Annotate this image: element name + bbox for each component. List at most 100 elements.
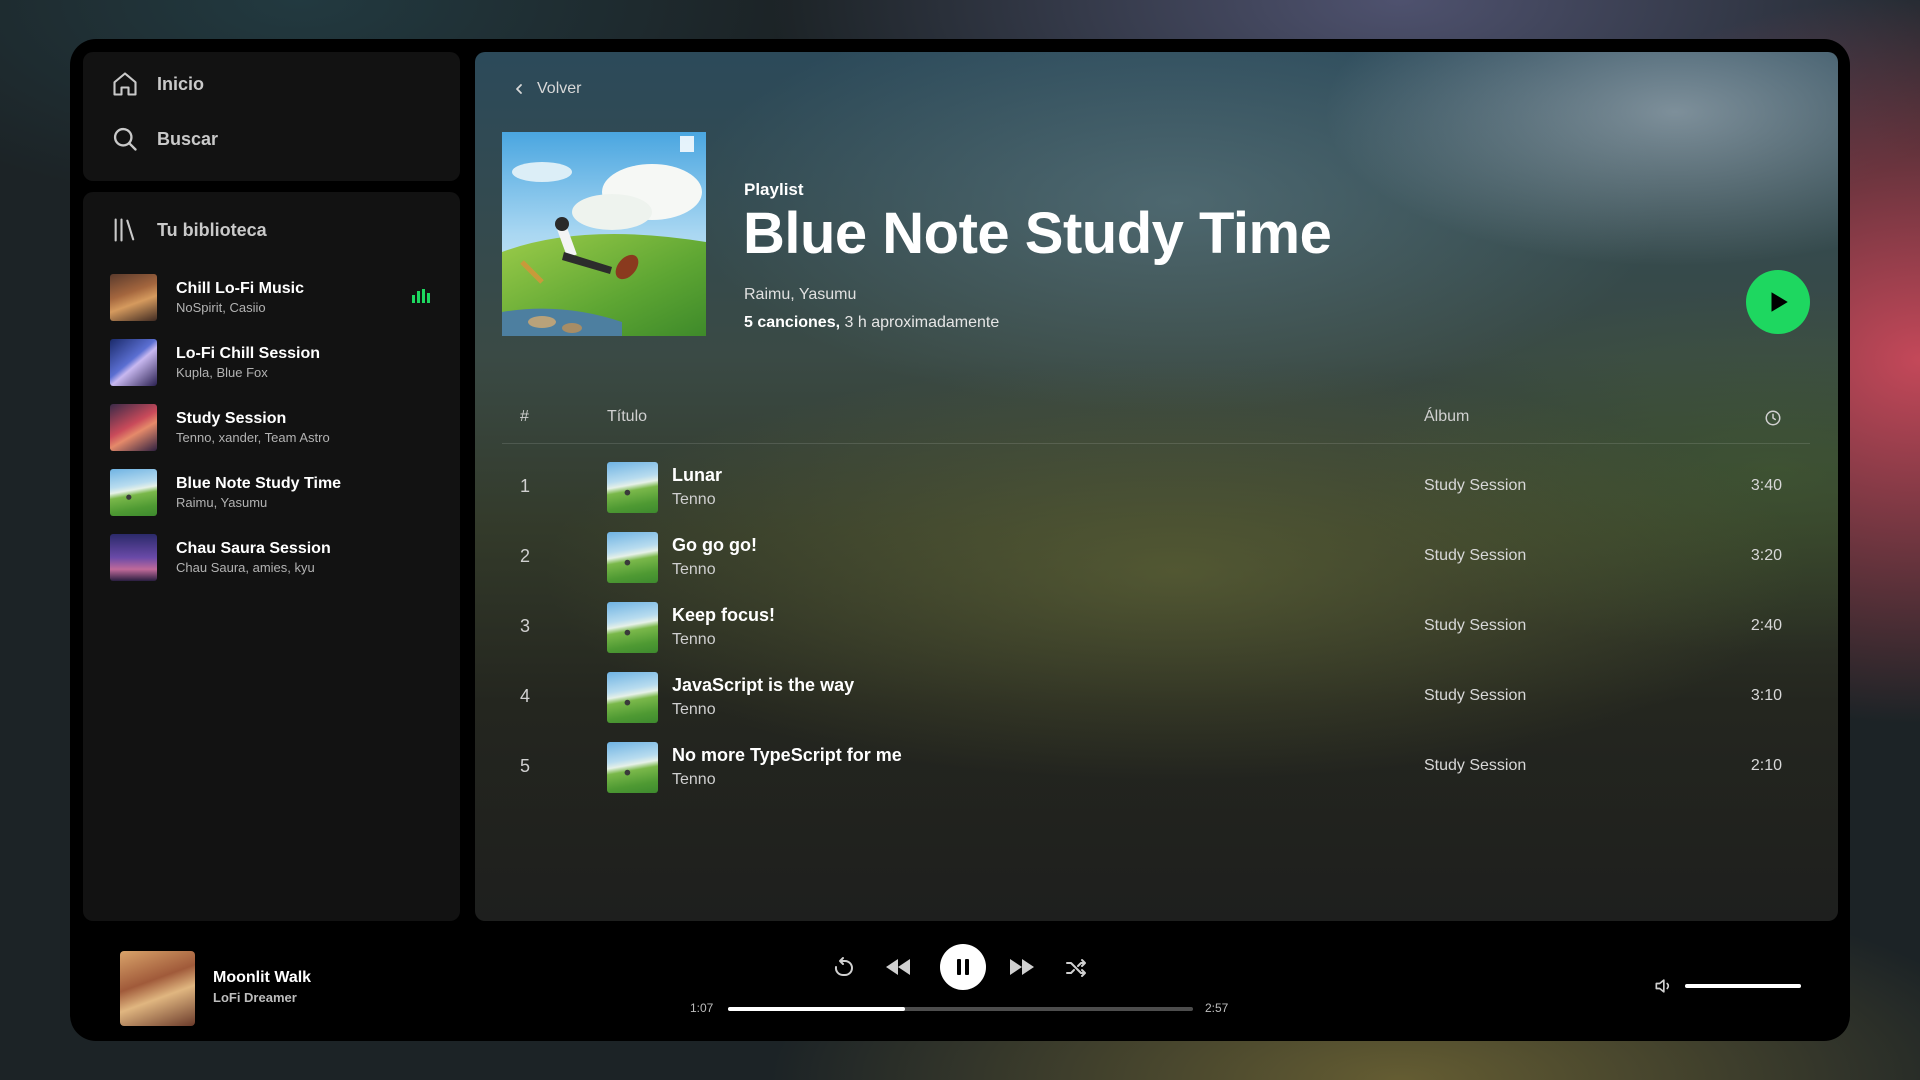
track-artist[interactable]: Tenno: [672, 561, 716, 579]
next-icon[interactable]: [1008, 955, 1036, 979]
song-count: 5 canciones,: [744, 314, 841, 331]
track-duration: 3:40: [1750, 477, 1782, 494]
play-playlist-button[interactable]: [1746, 270, 1810, 334]
playlist-cover-art: [502, 132, 706, 336]
library-item-subtitle: Raimu, Yasumu: [176, 495, 268, 510]
repeat-icon[interactable]: [832, 956, 856, 980]
playlist-cover: [110, 469, 157, 516]
library-icon: [114, 218, 135, 242]
total-time: 2:57: [1205, 1001, 1229, 1015]
track-list: 1 Lunar Tenno Study Session 3:40 2 Go go…: [502, 452, 1810, 802]
library-item[interactable]: Lo-Fi Chill Session Kupla, Blue Fox: [110, 330, 440, 395]
play-icon: [1771, 292, 1788, 312]
track-duration: 3:10: [1750, 687, 1782, 704]
playlist-cover: [110, 339, 157, 386]
search-icon: [113, 127, 137, 151]
table-row[interactable]: 2 Go go go! Tenno Study Session 3:20: [502, 522, 1810, 592]
track-number: 3: [520, 616, 531, 636]
table-row[interactable]: 3 Keep focus! Tenno Study Session 2:40: [502, 592, 1810, 662]
nav-search[interactable]: Buscar: [111, 125, 218, 153]
now-playing-cover[interactable]: [120, 951, 195, 1026]
track-duration: 2:10: [1750, 757, 1782, 774]
track-album[interactable]: Study Session: [1424, 547, 1526, 565]
shuffle-icon[interactable]: [1064, 956, 1088, 980]
track-cover: [607, 462, 658, 513]
track-title: Keep focus!: [672, 605, 776, 625]
nav-home[interactable]: Inicio: [111, 70, 204, 98]
library-item-title: Chau Saura Session: [176, 540, 331, 557]
back-label: Volver: [537, 80, 582, 97]
track-album[interactable]: Study Session: [1424, 617, 1526, 635]
pause-icon: [957, 959, 969, 975]
table-row[interactable]: 5 No more TypeScript for me Tenno Study …: [502, 732, 1810, 802]
progress-fill: [728, 1007, 905, 1011]
library-item-subtitle: Kupla, Blue Fox: [176, 365, 268, 380]
track-cover: [607, 742, 658, 793]
track-artist[interactable]: Tenno: [672, 631, 716, 649]
track-artist[interactable]: Tenno: [672, 491, 716, 509]
track-number: 2: [520, 546, 531, 566]
library-item-title: Lo-Fi Chill Session: [176, 345, 321, 362]
track-cover: [607, 602, 658, 653]
library-header[interactable]: Tu biblioteca: [111, 216, 267, 244]
progress-bar[interactable]: [728, 1007, 1193, 1011]
library-item[interactable]: Blue Note Study Time Raimu, Yasumu: [110, 460, 440, 525]
table-row[interactable]: 1 Lunar Tenno Study Session 3:40: [502, 452, 1810, 522]
track-album[interactable]: Study Session: [1424, 477, 1526, 495]
track-title: Lunar: [672, 465, 723, 485]
track-number: 5: [520, 756, 531, 776]
table-row[interactable]: 4 JavaScript is the way Tenno Study Sess…: [502, 662, 1810, 732]
column-album: Álbum: [1424, 408, 1470, 425]
library-item-subtitle: NoSpirit, Casiio: [176, 300, 266, 315]
track-duration: 3:20: [1750, 547, 1782, 564]
track-album[interactable]: Study Session: [1424, 757, 1526, 775]
library-item[interactable]: Study Session Tenno, xander, Team Astro: [110, 395, 440, 460]
library-item-title: Blue Note Study Time: [176, 475, 342, 492]
playlist-cover: [110, 404, 157, 451]
track-title: No more TypeScript for me: [672, 745, 902, 765]
library-item-subtitle: Chau Saura, amies, kyu: [176, 560, 315, 575]
elapsed-time: 1:07: [690, 1001, 714, 1015]
player-bar: Moonlit Walk LoFi Dreamer 1:07 2:57: [70, 921, 1850, 1041]
library-item[interactable]: Chau Saura Session Chau Saura, amies, ky…: [110, 525, 440, 590]
track-number: 4: [520, 686, 531, 706]
pause-button[interactable]: [940, 944, 986, 990]
column-title: Título: [607, 408, 648, 425]
volume-fill: [1685, 984, 1801, 988]
track-title: Go go go!: [672, 535, 757, 555]
chevron-left-icon: [516, 84, 522, 94]
playlist-type: Playlist: [744, 180, 804, 199]
back-button[interactable]: Volver: [513, 80, 581, 98]
track-duration: 2:40: [1750, 617, 1782, 634]
volume-icon[interactable]: [1653, 976, 1673, 996]
now-playing-equalizer-icon: [412, 289, 430, 303]
track-artist[interactable]: Tenno: [672, 701, 716, 719]
track-artist[interactable]: Tenno: [672, 771, 716, 789]
nav-search-label: Buscar: [157, 128, 219, 149]
playback-controls: [830, 944, 1130, 992]
column-number: #: [520, 408, 529, 425]
track-number: 1: [520, 476, 531, 496]
playlist-cover: [110, 534, 157, 581]
library-item-subtitle: Tenno, xander, Team Astro: [176, 430, 330, 445]
playlist-meta: 5 canciones, 3 h aproximadamente: [744, 314, 999, 332]
sidebar-nav: Inicio Buscar: [83, 52, 460, 181]
now-playing-artist[interactable]: LoFi Dreamer: [213, 990, 297, 1005]
library-panel: Tu biblioteca Chill Lo-Fi Music NoSpirit…: [83, 192, 460, 921]
page-title: Blue Note Study Time: [743, 201, 1332, 266]
volume-slider[interactable]: [1685, 984, 1801, 988]
track-cover: [607, 532, 658, 583]
playlist-view: Volver Playlist Blue Note Study Time Rai…: [475, 52, 1838, 921]
playlist-artists: Raimu, Yasumu: [744, 286, 857, 303]
track-album[interactable]: Study Session: [1424, 687, 1526, 705]
library-item-title: Study Session: [176, 410, 287, 427]
table-header: # Título Álbum: [502, 400, 1810, 444]
nav-home-label: Inicio: [157, 73, 205, 94]
playlist-duration: 3 h aproximadamente: [844, 314, 1000, 331]
library-list: Chill Lo-Fi Music NoSpirit, Casiio Lo-Fi…: [110, 265, 440, 590]
track-title: JavaScript is the way: [672, 675, 855, 695]
library-item[interactable]: Chill Lo-Fi Music NoSpirit, Casiio: [110, 265, 440, 330]
library-title: Tu biblioteca: [157, 219, 267, 240]
now-playing-title[interactable]: Moonlit Walk: [213, 969, 311, 987]
previous-icon[interactable]: [884, 955, 912, 979]
